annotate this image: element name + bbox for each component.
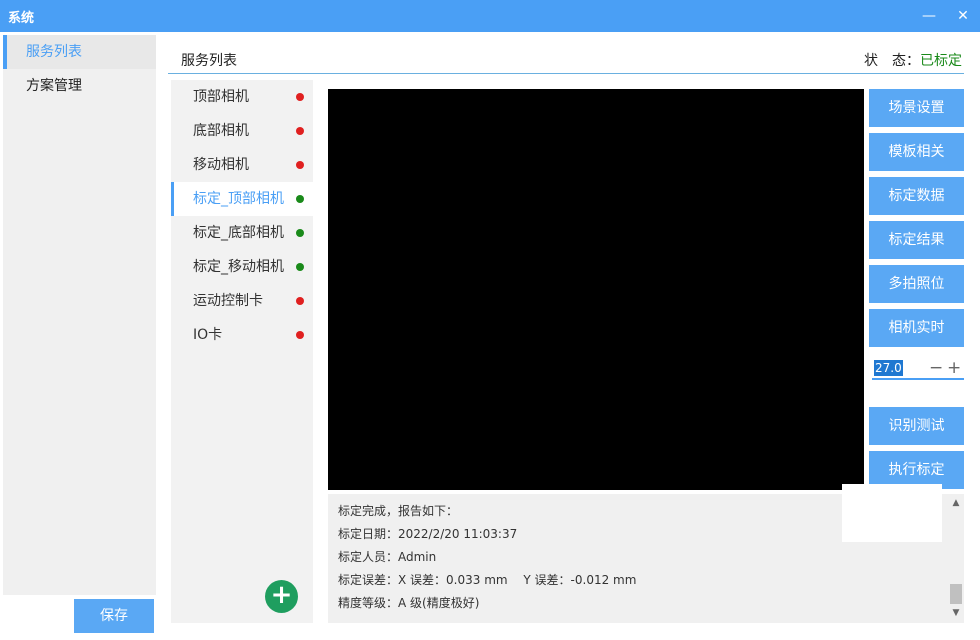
status-dot-icon [296, 263, 304, 271]
report-line: 标定误差：X 误差：0.033 mm Y 误差：-0.012 mm [338, 573, 637, 587]
save-button[interactable]: 保存 [74, 599, 154, 633]
window-title: 系统 [8, 11, 35, 26]
report-scrollbar[interactable]: ▲ ▼ [948, 494, 964, 623]
value-stepper[interactable]: 27.0 − + [872, 358, 964, 380]
report-line: 标定日期：2022/2/20 11:03:37 [338, 527, 518, 541]
calibration-result-button[interactable]: 标定结果 [869, 221, 964, 259]
multi-shot-position-button[interactable]: 多拍照位 [869, 265, 964, 303]
service-item[interactable]: IO卡 [171, 318, 313, 352]
add-service-button[interactable]: + [265, 580, 298, 613]
title-bar: 系统 — ✕ [0, 0, 980, 32]
scene-settings-button[interactable]: 场景设置 [869, 89, 964, 127]
status-dot-icon [296, 297, 304, 305]
page-title: 服务列表 [181, 53, 237, 69]
service-label: 底部相机 [193, 123, 249, 139]
report-line: 精度等级：A 级(精度极好) [338, 596, 480, 610]
camera-view[interactable] [328, 89, 864, 490]
close-button[interactable]: ✕ [950, 4, 976, 28]
status-indicator: 状 态：已标定 [864, 50, 962, 70]
nav-item-plan-management[interactable]: 方案管理 [3, 69, 156, 103]
status-dot-icon [296, 93, 304, 101]
service-item-selected[interactable]: 标定_顶部相机 [171, 182, 313, 216]
status-dot-icon [296, 331, 304, 339]
header-divider [168, 73, 964, 74]
calibration-data-button[interactable]: 标定数据 [869, 177, 964, 215]
service-item[interactable]: 移动相机 [171, 148, 313, 182]
scroll-up-icon[interactable]: ▲ [950, 498, 962, 508]
service-item[interactable]: 标定_移动相机 [171, 250, 313, 284]
minimize-button[interactable]: — [916, 4, 942, 28]
scroll-down-icon[interactable]: ▼ [950, 608, 962, 618]
scroll-thumb[interactable] [950, 584, 962, 604]
recognition-test-button[interactable]: 识别测试 [869, 407, 964, 445]
service-label: 运动控制卡 [193, 293, 263, 309]
report-line: 标定人员：Admin [338, 550, 437, 564]
plus-icon: + [270, 580, 293, 610]
service-label: 顶部相机 [193, 89, 249, 105]
service-item[interactable]: 运动控制卡 [171, 284, 313, 318]
service-label: IO卡 [193, 327, 223, 343]
status-dot-icon [296, 161, 304, 169]
template-button[interactable]: 模板相关 [869, 133, 964, 171]
status-dot-icon [296, 127, 304, 135]
plus-icon[interactable]: + [947, 358, 961, 378]
service-item[interactable]: 底部相机 [171, 114, 313, 148]
service-label: 移动相机 [193, 157, 249, 173]
nav-item-service-list[interactable]: 服务列表 [3, 35, 156, 69]
overlay-patch [842, 484, 942, 542]
status-label: 状 态： [864, 53, 920, 69]
report-line: 标定完成，报告如下： [338, 504, 459, 518]
left-nav: 服务列表 方案管理 [3, 35, 156, 595]
value-input[interactable]: 27.0 [874, 360, 903, 376]
status-dot-icon [296, 195, 304, 203]
camera-live-button[interactable]: 相机实时 [869, 309, 964, 347]
service-label: 标定_底部相机 [193, 225, 284, 241]
service-item[interactable]: 标定_底部相机 [171, 216, 313, 250]
service-list: 顶部相机 底部相机 移动相机 标定_顶部相机 标定_底部相机 标定_移动相机 运… [171, 80, 313, 623]
service-label: 标定_顶部相机 [193, 191, 284, 207]
minus-icon[interactable]: − [929, 358, 943, 378]
service-item[interactable]: 顶部相机 [171, 80, 313, 114]
status-dot-icon [296, 229, 304, 237]
service-label: 标定_移动相机 [193, 259, 284, 275]
status-value: 已标定 [920, 53, 962, 69]
